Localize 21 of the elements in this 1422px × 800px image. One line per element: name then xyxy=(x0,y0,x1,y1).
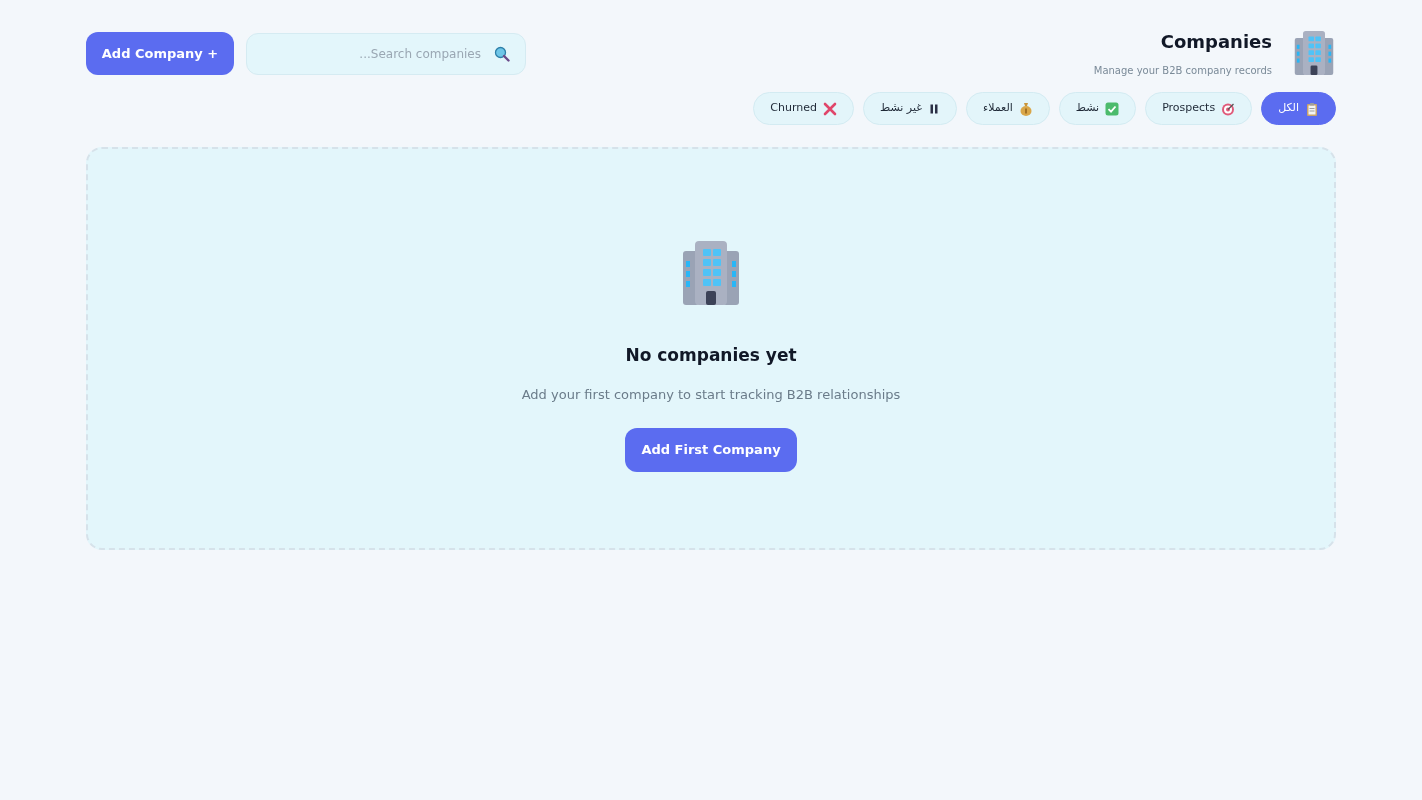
add-first-company-button[interactable]: Add First Company xyxy=(625,428,797,472)
cross-icon xyxy=(823,101,838,116)
page-subtitle: Manage your B2B company records xyxy=(1093,64,1272,78)
check-icon xyxy=(1105,101,1120,116)
empty-state-message: Add your first company to start tracking B2B relationships xyxy=(521,385,901,404)
target-icon xyxy=(1221,101,1236,116)
filter-tab[interactable]: العملاء xyxy=(966,92,1050,125)
filter-tab[interactable]: غير نشط xyxy=(863,92,957,125)
filter-tab[interactable]: Prospects xyxy=(1145,92,1253,125)
empty-state-title: No companies yet xyxy=(625,344,797,367)
page-title: Companies xyxy=(1160,30,1272,54)
pause-icon xyxy=(928,102,940,115)
add-company-button[interactable]: Add Company + xyxy=(86,32,234,75)
clipboard-icon xyxy=(1305,101,1319,116)
search-icon xyxy=(494,45,510,62)
filter-tab[interactable]: نشط xyxy=(1058,92,1137,125)
filter-tab[interactable]: Churned xyxy=(753,92,855,125)
money-bag-icon xyxy=(1018,101,1033,116)
search-field[interactable]: ...Search companies xyxy=(246,32,526,75)
building-icon xyxy=(1292,31,1336,75)
filter-tab[interactable]: الكل xyxy=(1261,92,1336,125)
